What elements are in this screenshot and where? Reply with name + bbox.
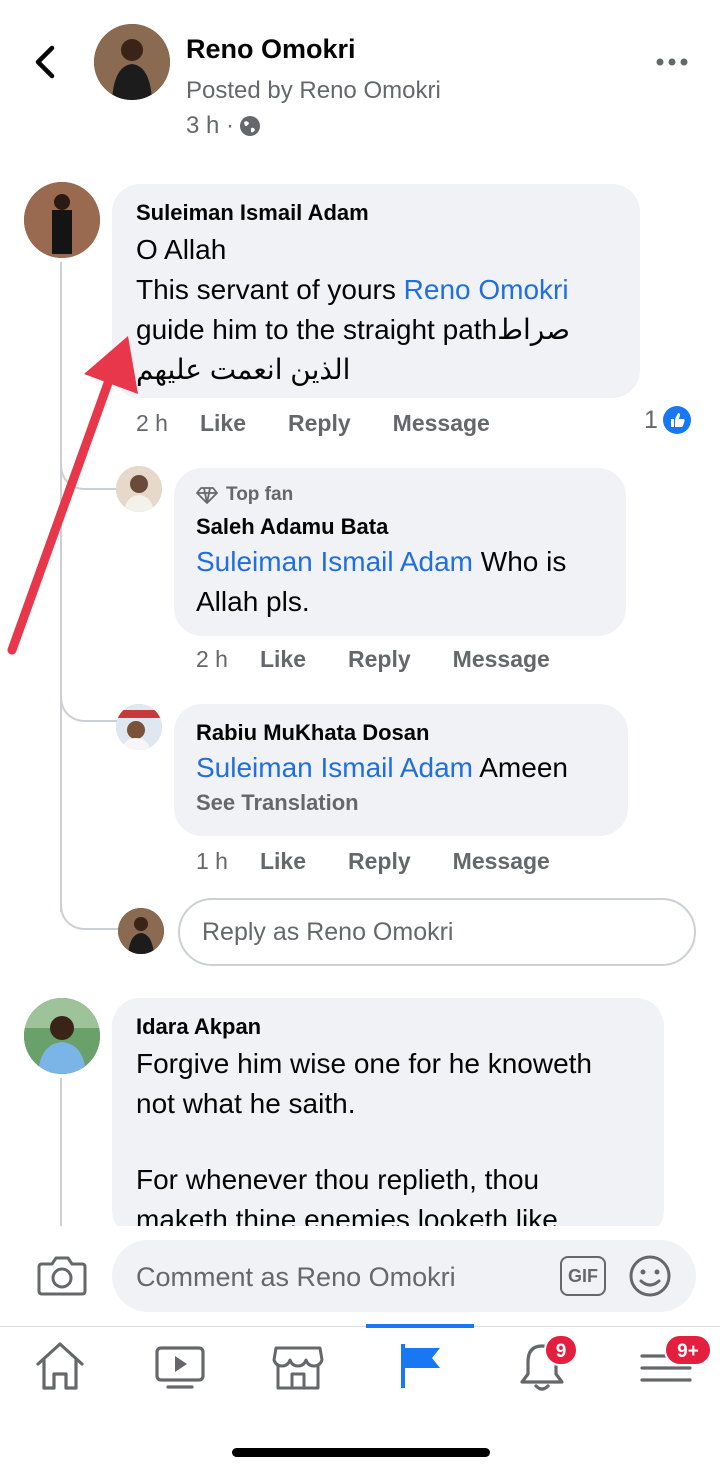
gif-button[interactable]: GIF xyxy=(560,1256,606,1296)
comment-line: not what he saith. xyxy=(136,1088,356,1119)
commenter-avatar[interactable] xyxy=(24,182,100,258)
like-reaction-icon xyxy=(662,406,691,434)
commenter-name[interactable]: Suleiman Ismail Adam xyxy=(136,200,616,226)
comment-line: guide him to the straight pathصراط xyxy=(136,314,571,345)
comment-actions: 2 h Like Reply Message xyxy=(136,410,532,437)
menu-badge: 9+ xyxy=(664,1334,712,1366)
see-translation-link[interactable]: See Translation xyxy=(196,790,606,816)
mention-link[interactable]: Suleiman Ismail Adam xyxy=(196,546,473,577)
thread-connector xyxy=(60,900,120,930)
post-author-name[interactable]: Reno Omokri xyxy=(186,34,356,65)
back-arrow-icon[interactable] xyxy=(28,40,64,84)
comment-text: O Allah This servant of yours Reno Omokr… xyxy=(136,230,616,390)
reply-bubble[interactable]: Rabiu MuKhata Dosan Suleiman Ismail Adam… xyxy=(174,704,628,836)
commenter-name[interactable]: Rabiu MuKhata Dosan xyxy=(196,720,606,746)
marketplace-icon[interactable] xyxy=(268,1336,328,1396)
comment-line: Allah pls. xyxy=(196,586,310,617)
message-button[interactable]: Message xyxy=(453,848,550,875)
home-icon[interactable] xyxy=(30,1336,90,1396)
comment-time: 2 h xyxy=(136,410,168,436)
top-fan-badge: Top fan xyxy=(196,484,604,506)
emoji-icon[interactable] xyxy=(628,1254,672,1298)
mention-link[interactable]: Suleiman Ismail Adam xyxy=(196,752,473,783)
globe-icon xyxy=(240,116,261,136)
notifications-badge: 9 xyxy=(544,1334,578,1366)
comment-text-segment: Who is xyxy=(473,546,567,577)
comment-time: 1 h xyxy=(196,848,228,874)
thread-line xyxy=(60,1078,62,1228)
post-time: 3 h · xyxy=(186,112,235,139)
replier-avatar[interactable] xyxy=(116,704,162,750)
comment-text-segment: Ameen xyxy=(473,752,568,783)
reply-input[interactable]: Reply as Reno Omokri xyxy=(178,898,696,966)
reaction-count[interactable]: 1 xyxy=(644,405,692,435)
comment-text-segment: This servant of yours xyxy=(136,274,404,305)
diamond-icon xyxy=(196,487,218,504)
mention-link[interactable]: Reno Omokri xyxy=(404,274,569,305)
commenter-avatar[interactable] xyxy=(24,998,100,1074)
camera-icon[interactable] xyxy=(36,1252,88,1298)
commenter-name[interactable]: Idara Akpan xyxy=(136,1014,640,1040)
comment-time: 2 h xyxy=(196,646,228,672)
message-button[interactable]: Message xyxy=(453,646,550,673)
reply-button[interactable]: Reply xyxy=(348,848,411,875)
like-count: 1 xyxy=(644,405,658,434)
post-author-avatar[interactable] xyxy=(94,24,170,100)
message-button[interactable]: Message xyxy=(393,410,490,437)
commenter-name[interactable]: Saleh Adamu Bata xyxy=(196,514,604,540)
comment-text: Suleiman Ismail Adam Who is Allah pls. xyxy=(196,542,604,622)
comment-actions: 1 h Like Reply Message xyxy=(196,848,592,875)
red-arrow-annotation xyxy=(7,336,138,655)
video-icon[interactable] xyxy=(150,1336,210,1396)
comment-line: الذين انعمت عليهم xyxy=(136,354,351,385)
comment-line: O Allah xyxy=(136,234,227,265)
comment-bubble[interactable]: Suleiman Ismail Adam O Allah This servan… xyxy=(112,184,640,398)
reply-button[interactable]: Reply xyxy=(348,646,411,673)
active-tab-indicator xyxy=(366,1324,474,1328)
comment-bubble[interactable]: Idara Akpan Forgive him wise one for he … xyxy=(112,998,664,1238)
comment-line: For whenever thou replieth, thou xyxy=(136,1164,540,1195)
comment-text: Forgive him wise one for he knoweth not … xyxy=(136,1044,640,1238)
top-fan-label: Top fan xyxy=(226,484,294,505)
like-button[interactable]: Like xyxy=(200,410,246,437)
like-button[interactable]: Like xyxy=(260,848,306,875)
comment-line: Forgive him wise one for he knoweth xyxy=(136,1048,592,1079)
home-indicator xyxy=(232,1448,490,1457)
comment-actions: 2 h Like Reply Message xyxy=(196,646,592,673)
like-button[interactable]: Like xyxy=(260,646,306,673)
comment-line: This servant of yours Reno Omokri xyxy=(136,270,616,310)
comment-input-placeholder: Comment as Reno Omokri xyxy=(136,1262,456,1292)
reply-bubble[interactable]: Top fan Saleh Adamu Bata Suleiman Ismail… xyxy=(174,468,626,636)
thread-connector xyxy=(60,692,120,722)
comment-text: Suleiman Ismail Adam Ameen xyxy=(196,748,606,788)
current-user-avatar xyxy=(118,908,164,954)
comment-line: Suleiman Ismail Adam Who is xyxy=(196,542,604,582)
posted-by-label: Posted by Reno Omokri xyxy=(186,77,441,104)
pages-flag-icon[interactable] xyxy=(392,1336,452,1396)
reply-button[interactable]: Reply xyxy=(288,410,351,437)
post-meta: 3 h · xyxy=(186,112,262,140)
more-options-icon[interactable] xyxy=(652,48,692,76)
